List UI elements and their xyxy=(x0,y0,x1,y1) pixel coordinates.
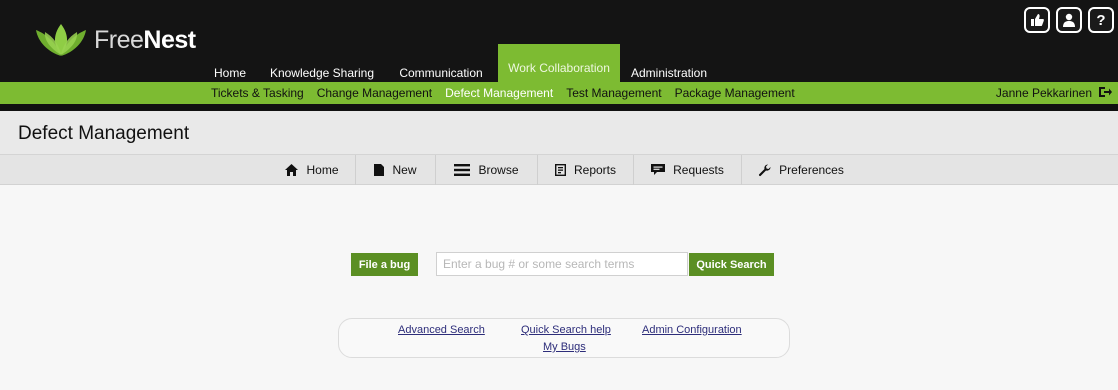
user-badge-icon[interactable] xyxy=(1056,7,1082,33)
toolbar-home-label: Home xyxy=(306,163,339,177)
reports-icon xyxy=(554,164,566,176)
toolbar-browse-label: Browse xyxy=(478,163,519,177)
topnav-communication[interactable]: Communication xyxy=(384,44,498,82)
new-document-icon xyxy=(374,164,385,176)
sub-navigation-bar: Tickets & Tasking Change Management Defe… xyxy=(0,82,1118,104)
toolbar-requests-label: Requests xyxy=(673,163,724,177)
header-icon-group: ? xyxy=(1024,7,1114,33)
toolbar-reports[interactable]: Reports xyxy=(538,155,634,185)
requests-icon xyxy=(651,164,666,176)
toolbar-preferences[interactable]: Preferences xyxy=(742,155,860,185)
subnav-package-management[interactable]: Package Management xyxy=(675,86,795,100)
main-navigation: Home Knowledge Sharing Communication Wor… xyxy=(200,44,718,82)
toolbar-reports-label: Reports xyxy=(573,163,617,177)
topnav-home[interactable]: Home xyxy=(200,44,260,82)
toolbar-preferences-label: Preferences xyxy=(779,163,844,177)
subnav-defect-management[interactable]: Defect Management xyxy=(445,86,553,100)
wrench-icon xyxy=(758,163,771,177)
lotus-leaf-icon xyxy=(36,24,86,56)
topnav-work-collaboration[interactable]: Work Collaboration xyxy=(498,44,620,82)
toolbar-new[interactable]: New xyxy=(356,155,436,185)
my-bugs-link[interactable]: My Bugs xyxy=(543,341,586,353)
defect-toolbar: Home New Browse Reports Requests Prefere… xyxy=(0,155,1118,185)
user-menu[interactable]: Janne Pekkarinen xyxy=(996,82,1112,104)
topnav-administration[interactable]: Administration xyxy=(620,44,718,82)
quick-search-button[interactable]: Quick Search xyxy=(689,253,774,276)
topnav-knowledge-sharing[interactable]: Knowledge Sharing xyxy=(260,44,384,82)
subnav-tickets-tasking[interactable]: Tickets & Tasking xyxy=(211,86,304,100)
sub-navigation: Tickets & Tasking Change Management Defe… xyxy=(211,82,808,104)
search-links-panel: Advanced Search Quick Search help Admin … xyxy=(338,318,790,358)
page-title-bar: Defect Management xyxy=(0,111,1118,155)
toolbar-browse[interactable]: Browse xyxy=(436,155,538,185)
toolbar-new-label: New xyxy=(392,163,417,177)
toolbar-requests[interactable]: Requests xyxy=(634,155,742,185)
home-icon xyxy=(285,164,299,176)
subnav-change-management[interactable]: Change Management xyxy=(317,86,432,100)
quick-search-help-link[interactable]: Quick Search help xyxy=(521,324,611,336)
page-title: Defect Management xyxy=(18,123,190,144)
toolbar-home[interactable]: Home xyxy=(269,155,356,185)
browse-list-icon xyxy=(454,164,471,176)
user-name: Janne Pekkarinen xyxy=(995,86,1092,100)
help-icon[interactable]: ? xyxy=(1088,7,1114,33)
top-header: FreeNest Home Knowledge Sharing Communic… xyxy=(0,0,1118,82)
freenest-logo[interactable]: FreeNest xyxy=(34,22,196,58)
advanced-search-link[interactable]: Advanced Search xyxy=(398,324,485,336)
file-a-bug-button[interactable]: File a bug xyxy=(351,253,418,276)
logout-icon[interactable] xyxy=(1098,86,1112,101)
admin-configuration-link[interactable]: Admin Configuration xyxy=(642,324,742,336)
subnav-test-management[interactable]: Test Management xyxy=(566,86,661,100)
header-divider xyxy=(0,104,1118,111)
brand-name: FreeNest xyxy=(94,25,196,54)
bug-search-input[interactable] xyxy=(436,252,688,276)
thumbs-up-icon[interactable] xyxy=(1024,7,1050,33)
